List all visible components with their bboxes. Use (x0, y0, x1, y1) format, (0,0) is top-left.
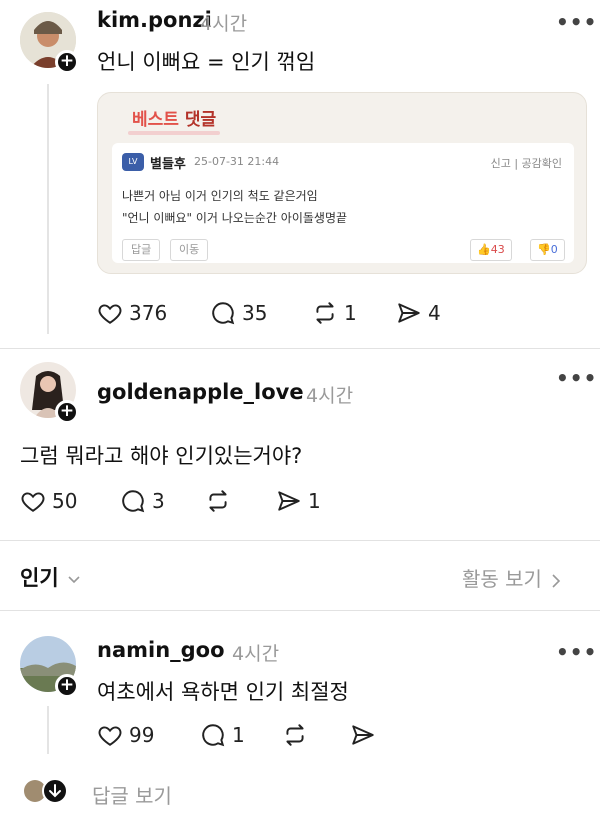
chevron-right-icon (552, 573, 561, 588)
timestamp: 4시간 (200, 13, 248, 35)
comment-button[interactable]: 3 (120, 488, 165, 514)
heart-icon (98, 726, 122, 746)
best-comment-title: 베스트 댓글 (132, 110, 217, 130)
view-replies-label[interactable]: 답글 보기 (92, 780, 172, 809)
level-badge: LV (122, 153, 144, 171)
move-button: 이동 (170, 239, 209, 261)
thread-line (47, 84, 49, 334)
more-icon[interactable]: ••• (556, 640, 597, 664)
repost-button[interactable] (205, 488, 231, 514)
username[interactable]: kim.ponzi (97, 8, 212, 32)
share-button[interactable]: 4 (396, 300, 441, 326)
divider (0, 348, 600, 349)
repost-button[interactable] (282, 722, 308, 748)
repost-icon (286, 724, 304, 746)
comment-line-1: 나쁜거 아님 이거 인기의 척도 같은거임 (122, 189, 318, 203)
share-button[interactable]: 1 (276, 488, 321, 514)
repost-count: 1 (344, 301, 357, 325)
comment-count: 35 (242, 301, 268, 325)
share-icon (398, 303, 420, 323)
share-count: 1 (308, 489, 321, 513)
comment-count: 1 (232, 723, 245, 747)
share-count: 4 (428, 301, 441, 325)
like-count: 376 (129, 301, 168, 325)
sort-label: 인기 (20, 566, 59, 590)
view-activity-link[interactable]: 활동 보기 (462, 563, 564, 592)
like-count: 99 (129, 723, 155, 747)
share-icon (352, 725, 374, 745)
thread-line (47, 706, 49, 754)
comment-line-2: "언니 이뻐요" 이거 나오는순간 아이돌생명끝 (122, 211, 348, 225)
timestamp: 4시간 (232, 643, 280, 665)
divider (0, 540, 600, 541)
comment-button[interactable]: 35 (210, 300, 267, 326)
like-count: 50 (52, 489, 78, 513)
like-button[interactable]: 99 (97, 722, 154, 748)
chevron-down-icon (68, 576, 80, 584)
heart-icon (98, 304, 122, 324)
downvote-box: 👎0 (530, 239, 565, 261)
report-actions: 신고 | 공감확인 (490, 157, 562, 170)
repost-icon (209, 490, 227, 512)
reply-button: 답글 (122, 239, 161, 261)
post-text: 언니 이뻐요 = 인기 꺾임 (97, 50, 316, 74)
comment-button[interactable]: 1 (200, 722, 245, 748)
username[interactable]: namin_goo (97, 638, 225, 662)
divider (0, 610, 600, 611)
more-icon[interactable]: ••• (556, 366, 597, 390)
more-icon[interactable]: ••• (556, 10, 597, 34)
like-button[interactable]: 376 (97, 300, 167, 326)
heart-icon (21, 492, 45, 512)
comment-box: LV 별들후 25-07-31 21:44 신고 | 공감확인 나쁜거 아님 이… (112, 143, 574, 263)
share-button[interactable] (350, 722, 376, 748)
arrow-down-icon (42, 778, 68, 804)
comment-icon (122, 490, 145, 513)
timestamp: 4시간 (306, 385, 354, 407)
comment-icon (202, 724, 225, 747)
username[interactable]: goldenapple_love (97, 380, 304, 404)
follow-plus-icon[interactable]: + (55, 400, 79, 424)
thumbs-down-icon: 👎 (537, 243, 551, 256)
post-text: 여초에서 욕하면 인기 최절정 (97, 680, 349, 704)
comment-count: 3 (152, 489, 165, 513)
sort-dropdown[interactable]: 인기 (20, 562, 82, 592)
like-button[interactable]: 50 (20, 488, 77, 514)
comment-icon (212, 302, 235, 325)
repost-button[interactable]: 1 (312, 300, 357, 326)
commenter-name: 별들후 (150, 157, 186, 172)
follow-plus-icon[interactable]: + (55, 674, 79, 698)
title-underline (128, 131, 220, 135)
share-icon (278, 491, 300, 511)
repost-icon (316, 302, 334, 324)
view-activity-label: 활동 보기 (462, 567, 542, 591)
post-text: 그럼 뭐라고 해야 인기있는거야? (20, 444, 303, 468)
upvote-box: 👍43 (470, 239, 512, 261)
follow-plus-icon[interactable]: + (55, 50, 79, 74)
comment-date: 25-07-31 21:44 (194, 155, 280, 168)
thumbs-up-icon: 👍 (477, 243, 491, 256)
embedded-screenshot[interactable]: 베스트 댓글 LV 별들후 25-07-31 21:44 신고 | 공감확인 나… (97, 92, 587, 274)
